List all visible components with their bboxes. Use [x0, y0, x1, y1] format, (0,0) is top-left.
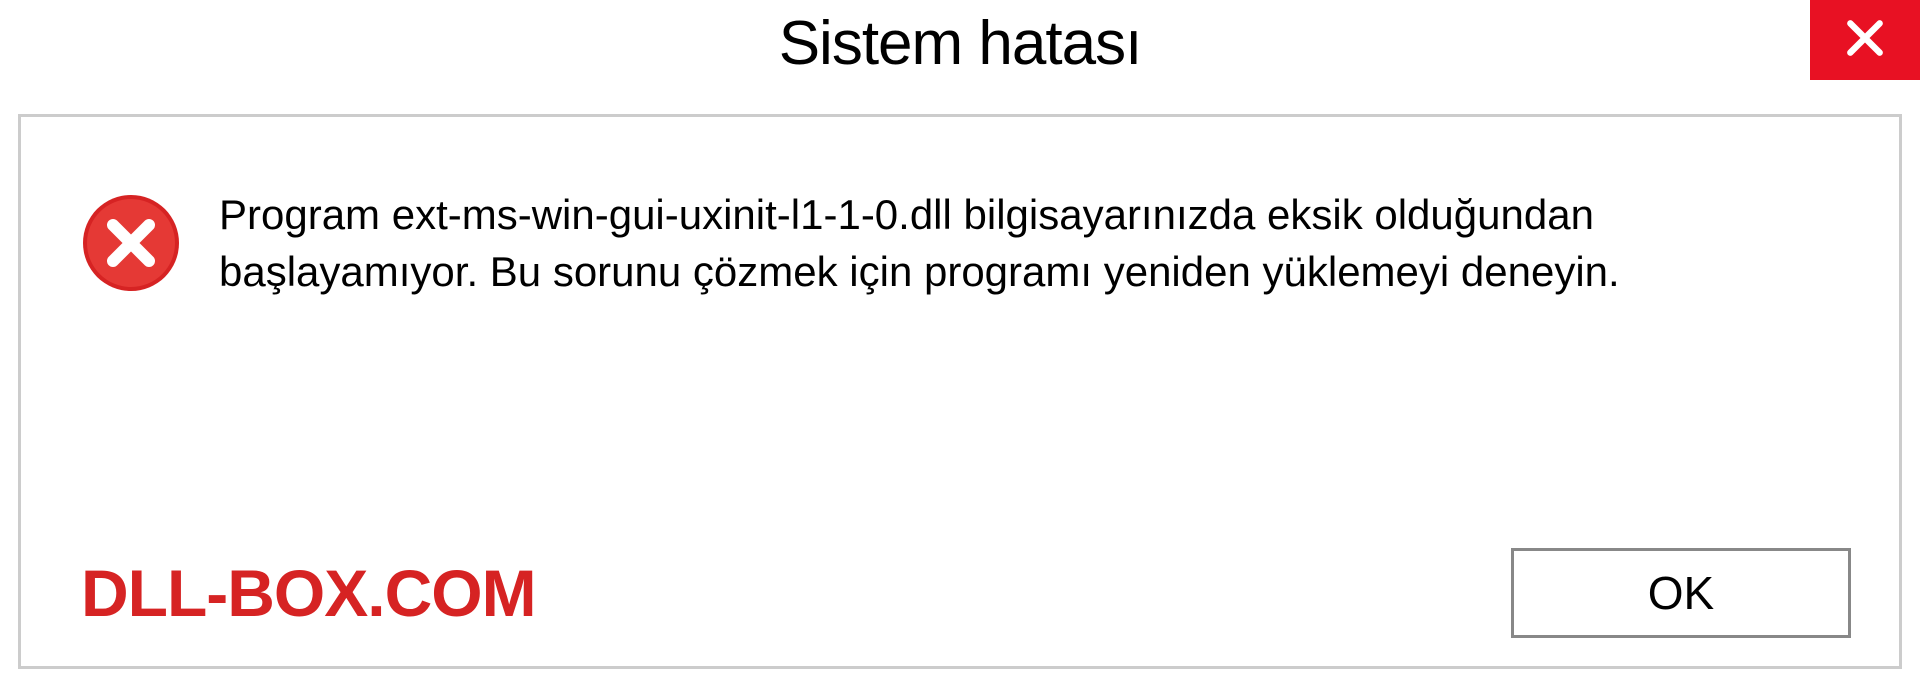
dialog-footer: DLL-BOX.COM OK	[21, 548, 1899, 638]
dialog-content: Program ext-ms-win-gui-uxinit-l1-1-0.dll…	[18, 114, 1902, 669]
close-icon	[1843, 16, 1887, 65]
close-button[interactable]	[1810, 0, 1920, 80]
message-row: Program ext-ms-win-gui-uxinit-l1-1-0.dll…	[81, 187, 1839, 300]
dialog-message: Program ext-ms-win-gui-uxinit-l1-1-0.dll…	[219, 187, 1819, 300]
title-bar: Sistem hatası	[0, 0, 1920, 100]
error-icon	[81, 193, 181, 293]
ok-button[interactable]: OK	[1511, 548, 1851, 638]
dialog-title: Sistem hatası	[779, 8, 1142, 79]
watermark-text: DLL-BOX.COM	[81, 555, 536, 631]
